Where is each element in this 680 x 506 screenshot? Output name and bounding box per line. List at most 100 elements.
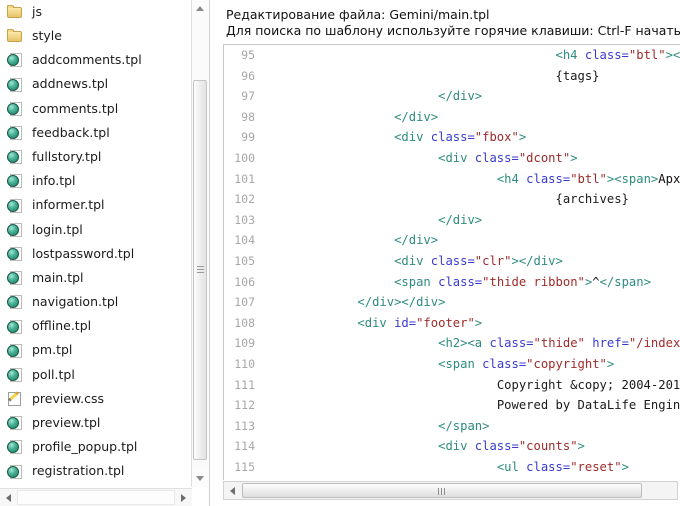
editor-scroll-left-arrow-icon[interactable] — [224, 482, 241, 499]
line-number: 96 — [241, 68, 255, 83]
code-line[interactable]: <h4 class="btl"><span>Облако т — [262, 45, 680, 66]
file-list-vertical-scrollbar[interactable] — [191, 0, 208, 487]
file-name-label: style — [32, 28, 62, 44]
line-number: 114 — [234, 439, 255, 454]
code-token-val: "btl" — [570, 171, 607, 186]
code-line[interactable]: </span> — [262, 416, 680, 437]
scroll-down-arrow-icon[interactable] — [192, 470, 208, 487]
file-list-item[interactable]: offline.tpl — [0, 314, 192, 338]
tpl-file-icon — [7, 198, 23, 214]
tpl-file-icon — [7, 415, 23, 431]
code-token-txt: ^ — [592, 274, 600, 289]
code-token-tag: <span — [438, 356, 483, 371]
code-line[interactable]: </div> — [262, 230, 680, 251]
file-list-item[interactable]: profile_popup.tpl — [0, 435, 192, 459]
code-token-val: "thide ribbon" — [482, 274, 585, 289]
line-number: 98 — [241, 109, 255, 124]
code-line[interactable]: </div> — [262, 86, 680, 107]
code-token-tag: <div — [357, 315, 395, 330]
code-editor[interactable]: 95 96 97 98 99 100 101 102 103 104 105 106 107 108 109… — [223, 44, 680, 480]
line-number: 104 — [234, 233, 255, 248]
code-token-tag: ></div> — [511, 253, 563, 268]
scroll-up-arrow-icon[interactable] — [192, 0, 208, 17]
file-list-item[interactable]: relatednews.tpl — [0, 484, 192, 487]
scroll-right-arrow-icon[interactable] — [175, 489, 192, 506]
css-edit-icon — [7, 391, 23, 407]
tpl-file-icon — [7, 343, 23, 359]
file-browser-panel: js style addcomments.tpl addnews.tpl comment… — [0, 0, 210, 506]
code-line[interactable]: <span class="thide ribbon">^</span> — [262, 272, 680, 293]
file-list-item[interactable]: registration.tpl — [0, 460, 192, 484]
code-token-tag: > — [570, 150, 578, 165]
file-list-item[interactable]: pm.tpl — [0, 339, 192, 363]
file-list-item[interactable]: addcomments.tpl — [0, 48, 192, 72]
code-line[interactable]: </div> — [262, 107, 680, 128]
file-list-item[interactable]: js — [0, 0, 192, 24]
code-line[interactable]: {tags} — [262, 66, 680, 87]
file-list-item[interactable]: login.tpl — [0, 218, 192, 242]
line-number: 110 — [234, 356, 255, 371]
code-line[interactable]: <ul class="reset"> — [262, 457, 680, 478]
file-name-label: informer.tpl — [32, 197, 105, 213]
code-token-plain: {tags} — [555, 68, 600, 83]
vertical-scrollbar-thumb[interactable] — [193, 80, 207, 460]
file-list-item[interactable]: addnews.tpl — [0, 73, 192, 97]
grip-icon — [438, 488, 447, 495]
file-list-item[interactable]: fullstory.tpl — [0, 145, 192, 169]
code-token-attr: href= — [584, 336, 629, 351]
code-token-tag: > — [606, 356, 615, 371]
code-line[interactable]: Powered by DataLife Engine &copy; — [262, 395, 680, 416]
line-number: 101 — [234, 171, 255, 186]
file-list-horizontal-scrollbar[interactable] — [0, 488, 192, 506]
code-line[interactable]: <span class="copyright"> — [262, 354, 680, 375]
code-token-txt: Архив но — [658, 171, 680, 186]
editing-file-title: Редактирование файла: Gemini/main.tpl — [226, 7, 490, 22]
tpl-file-icon — [7, 439, 23, 455]
triangle-left-icon — [230, 486, 235, 495]
code-line[interactable]: <h4 class="btl"><span>Архив но — [262, 169, 680, 190]
code-token-tag: </span> — [599, 274, 651, 289]
line-number: 111 — [234, 377, 255, 392]
file-list-item[interactable]: poll.tpl — [0, 363, 192, 387]
code-line[interactable]: <li><img src="{THEME}/images/c — [262, 477, 680, 480]
file-list-item[interactable]: main.tpl — [0, 266, 192, 290]
code-token-attr: class= — [526, 459, 571, 474]
file-name-label: preview.tpl — [32, 415, 101, 431]
code-token-val: "/index.php' — [628, 336, 680, 351]
file-list-item[interactable]: preview.tpl — [0, 411, 192, 435]
scroll-left-arrow-icon[interactable] — [0, 489, 17, 506]
code-line[interactable]: <div class="fbox"> — [262, 127, 680, 148]
file-list-item[interactable]: informer.tpl — [0, 194, 192, 218]
code-line[interactable]: {archives} — [262, 189, 680, 210]
file-list[interactable]: js style addcomments.tpl addnews.tpl comment… — [0, 0, 192, 487]
line-number: 116 — [224, 477, 262, 480]
grip-icon — [197, 266, 204, 274]
code-line[interactable]: <h2><a class="thide" href="/index.php' — [262, 333, 680, 354]
file-list-item[interactable]: navigation.tpl — [0, 290, 192, 314]
code-token-attr: class= — [489, 336, 534, 351]
code-line[interactable]: </div> — [262, 210, 680, 231]
horizontal-scrollbar-track[interactable] — [17, 490, 175, 505]
file-list-item[interactable]: lostpassword.tpl — [0, 242, 192, 266]
code-line[interactable]: Copyright &copy; 2004-2011 <a href — [262, 375, 680, 396]
file-list-item[interactable]: info.tpl — [0, 169, 192, 193]
code-token-val: "fbox" — [474, 130, 519, 145]
code-token-attr: class= — [438, 274, 483, 289]
code-line[interactable]: </div></div> — [262, 292, 680, 313]
editor-horizontal-scrollbar[interactable] — [223, 481, 678, 500]
file-list-item[interactable]: style — [0, 24, 192, 48]
code-token-attr: id= — [394, 315, 417, 330]
editor-scrollbar-thumb[interactable] — [242, 483, 642, 498]
code-line[interactable]: <div class="counts"> — [262, 436, 680, 457]
code-line[interactable]: <div class="dcont"> — [262, 148, 680, 169]
code-line[interactable]: <div class="clr"></div> — [262, 251, 680, 272]
file-name-label: feedback.tpl — [32, 124, 110, 140]
tpl-file-icon — [7, 246, 23, 262]
code-text-area[interactable]: <h4 class="btl"><span>Облако т {tags} </… — [262, 45, 680, 480]
file-list-item[interactable]: comments.tpl — [0, 97, 192, 121]
tpl-file-icon — [7, 52, 23, 68]
file-list-item[interactable]: preview.css — [0, 387, 192, 411]
code-line[interactable]: <div id="footer"> — [262, 313, 680, 334]
file-list-item[interactable]: feedback.tpl — [0, 121, 192, 145]
code-token-attr: class= — [474, 150, 519, 165]
